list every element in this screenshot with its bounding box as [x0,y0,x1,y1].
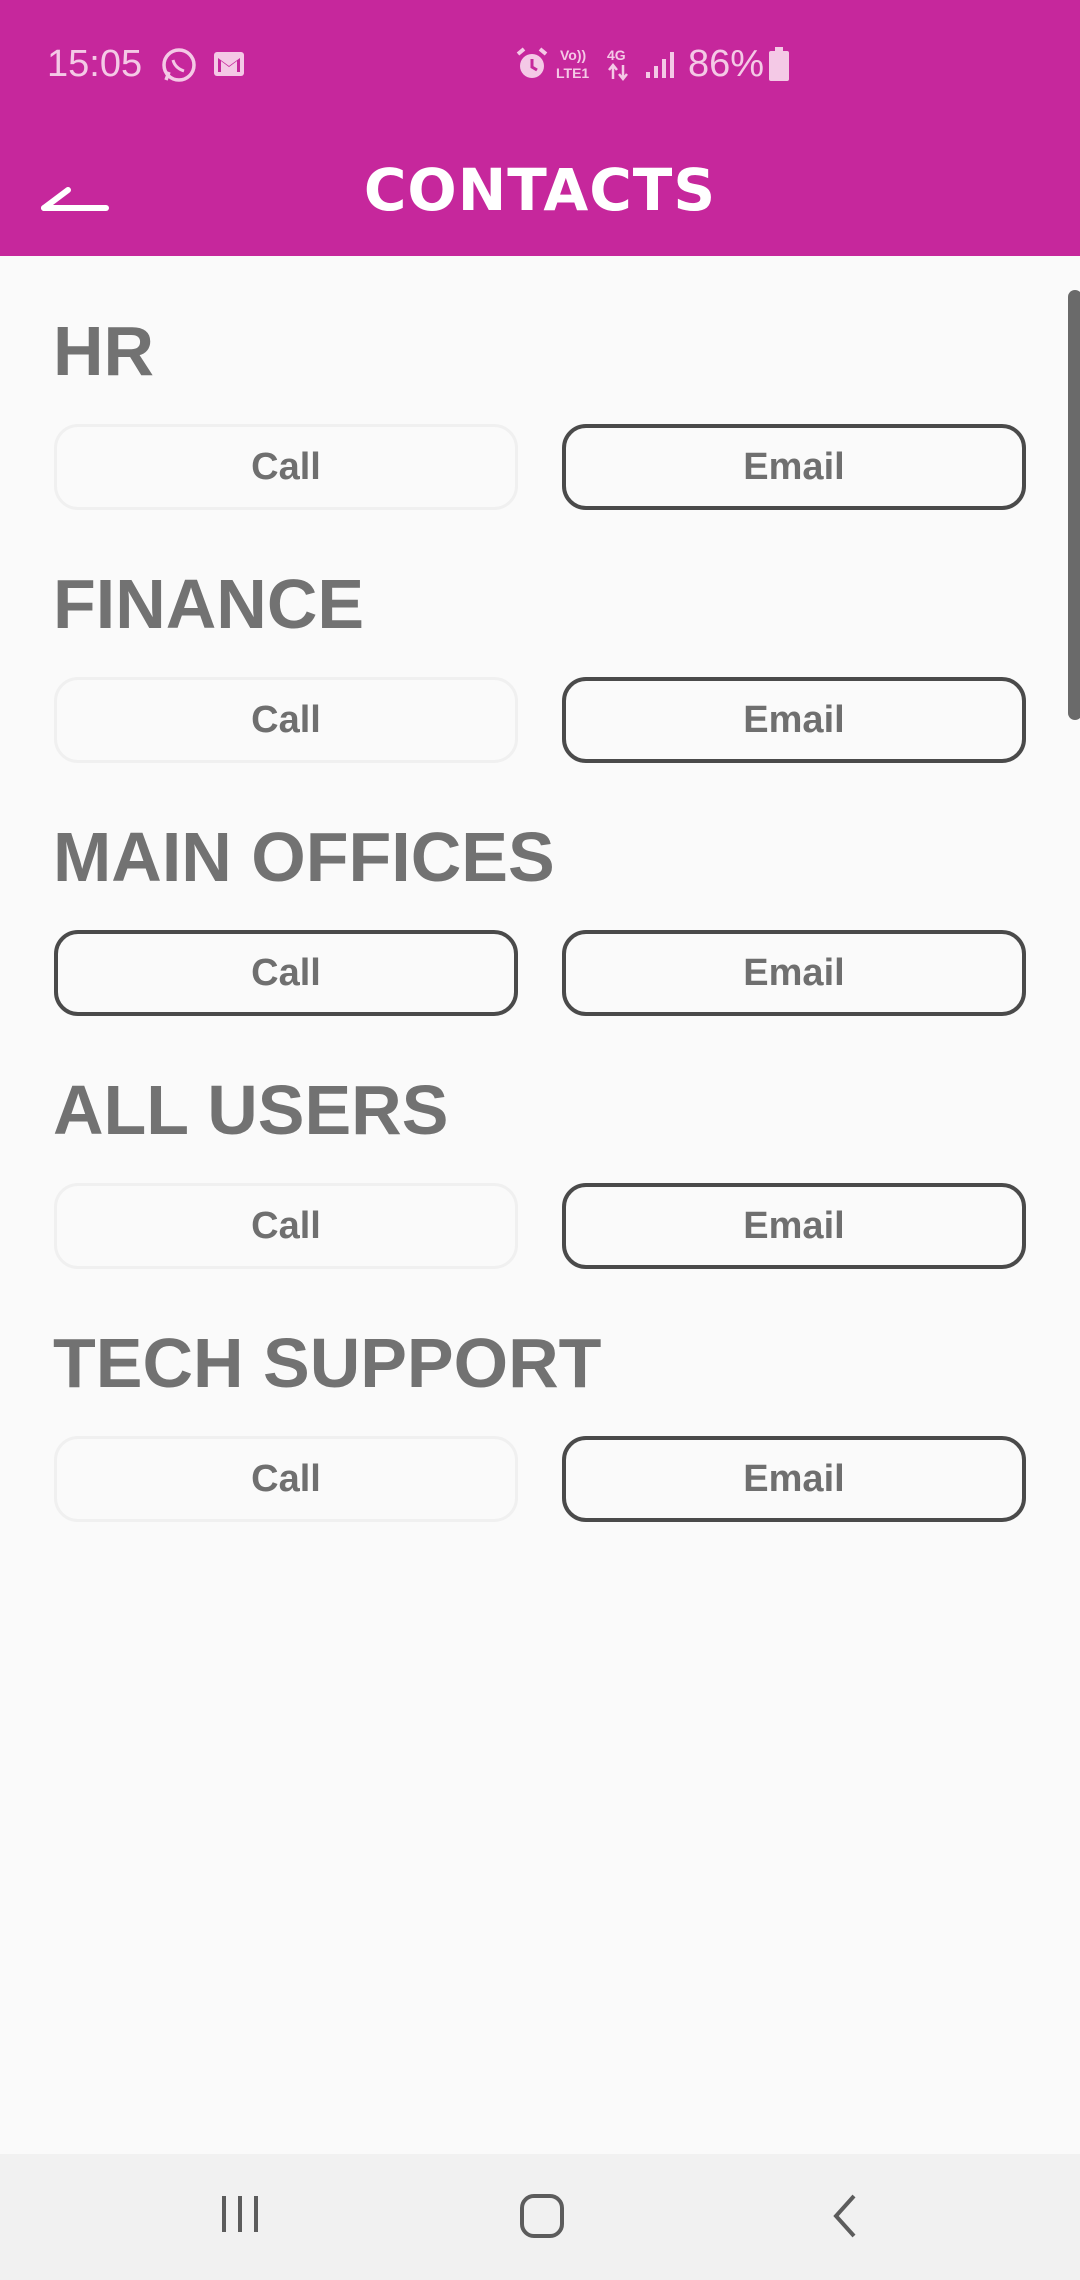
network-type-label: 4G [607,47,626,63]
section-title: TECH SUPPORT [53,1324,602,1402]
page-title: CONTACTS [363,156,717,224]
email-button[interactable]: Email [562,1436,1026,1522]
back-nav-icon[interactable] [828,2192,860,2240]
call-button[interactable]: Call [54,1183,518,1269]
email-button[interactable]: Email [562,1183,1026,1269]
app-bar: CONTACTS [0,130,1080,256]
alarm-icon [516,47,548,78]
battery-icon [769,47,789,81]
contact-section-all-users: ALL USERS Call Email [0,1015,1080,1269]
status-bar: 15:05 Vo)) LTE1 4G 86% [0,0,1080,130]
section-title: FINANCE [53,565,365,643]
contact-section-tech-support: TECH SUPPORT Call Email [0,1268,1080,1522]
volte-icon: Vo)) LTE1 [556,47,589,81]
section-title: MAIN OFFICES [53,818,555,896]
contact-section-hr: HR Call Email [0,256,1080,510]
home-icon[interactable] [518,2192,566,2240]
4g-data-icon: 4G [607,47,628,82]
section-title: ALL USERS [53,1071,449,1149]
battery-percent: 86% [688,43,765,85]
recent-apps-icon[interactable] [218,2192,262,2236]
contact-section-finance: FINANCE Call Email [0,509,1080,763]
navigation-bar [0,2154,1080,2280]
scrollbar[interactable] [1068,290,1080,720]
email-button[interactable]: Email [562,930,1026,1016]
contact-section-main-offices: MAIN OFFICES Call Email [0,762,1080,1016]
email-button[interactable]: Email [562,424,1026,510]
svg-text:LTE1: LTE1 [556,65,589,81]
call-button[interactable]: Call [54,1436,518,1522]
svg-text:Vo)): Vo)) [560,47,586,63]
call-button[interactable]: Call [54,424,518,510]
call-button[interactable]: Call [54,930,518,1016]
whatsapp-icon [162,48,196,82]
status-time: 15:05 [47,43,143,85]
gmail-icon [214,52,244,76]
email-button[interactable]: Email [562,677,1026,763]
call-button[interactable]: Call [54,677,518,763]
section-title: HR [53,312,155,390]
signal-icon [646,52,674,78]
